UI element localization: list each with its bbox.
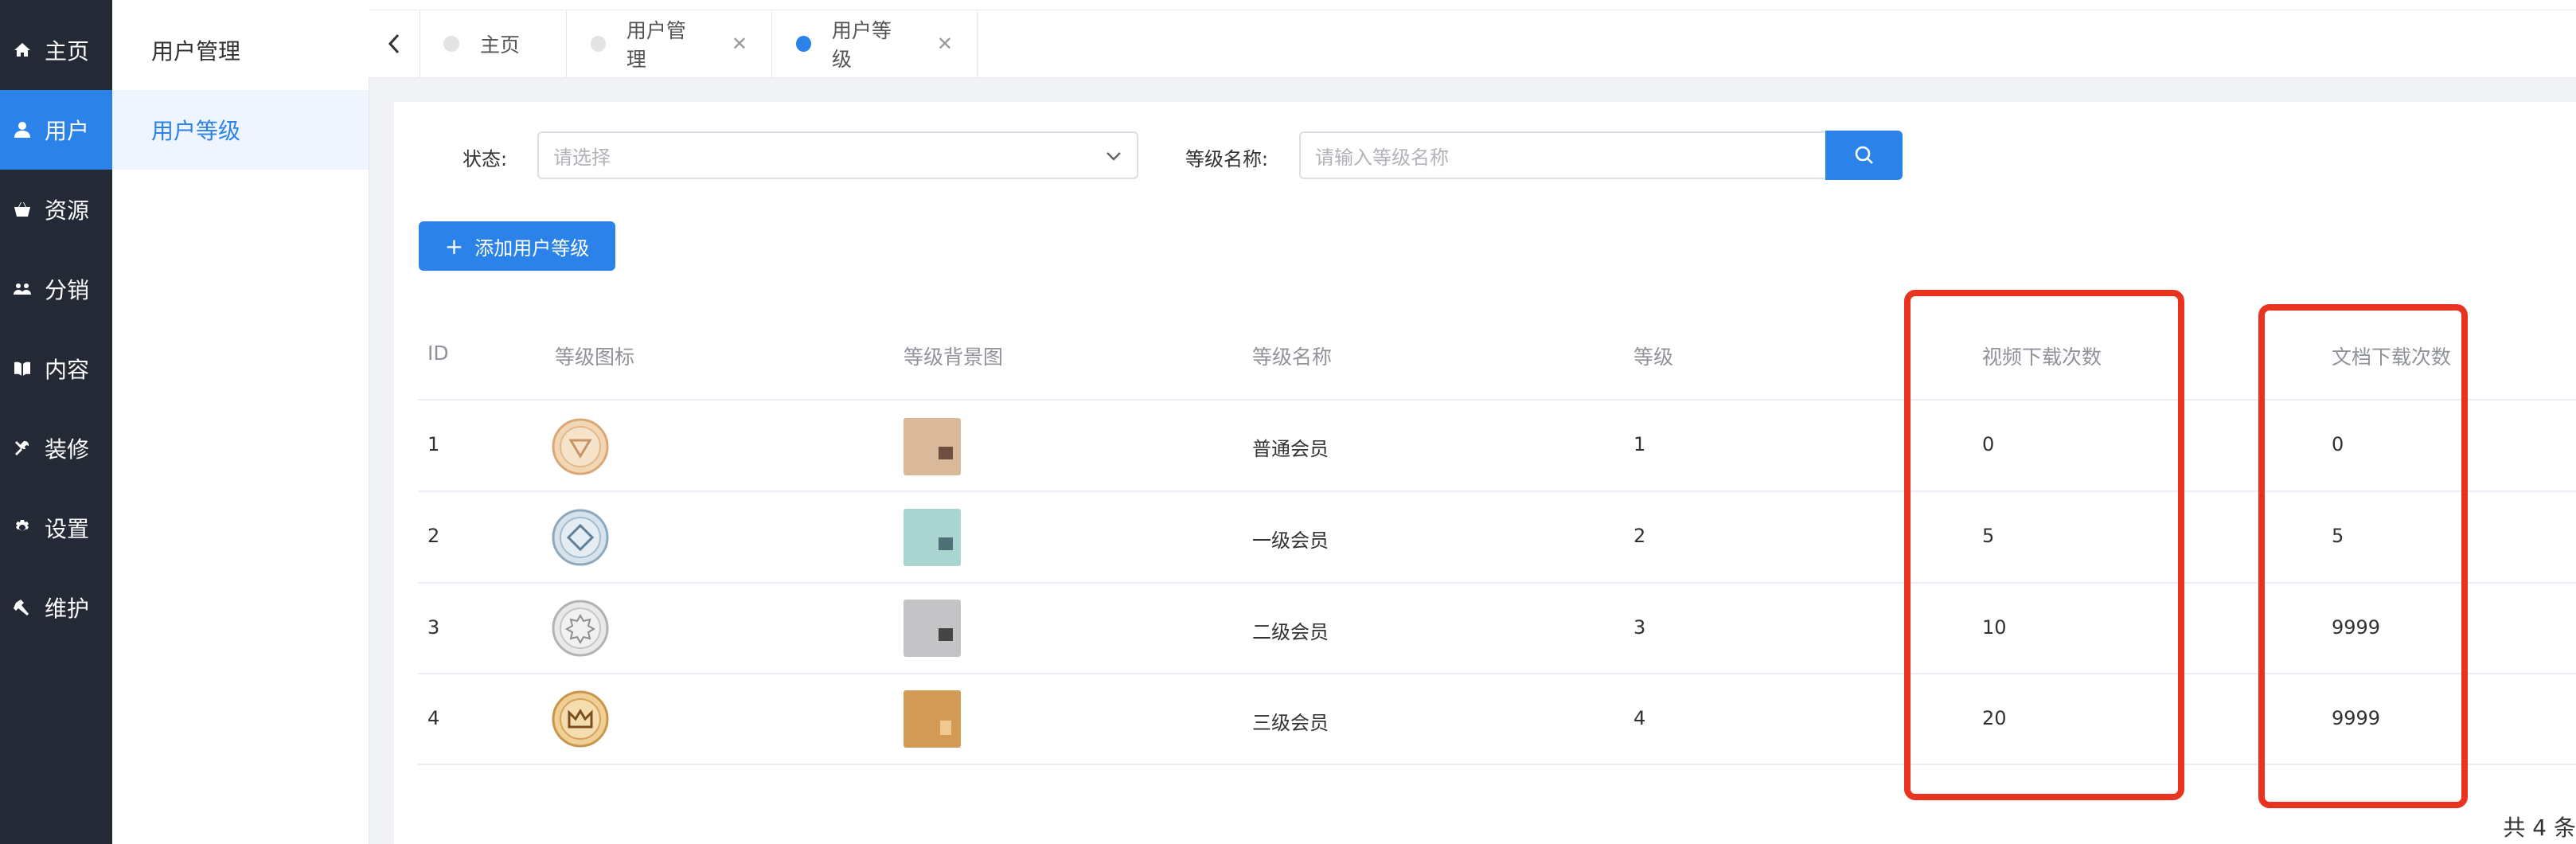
level-name-input[interactable]: 请输入等级名称 <box>1299 131 1825 179</box>
tools-icon <box>13 439 32 458</box>
tab-user-level[interactable]: 用户等级 ✕ <box>772 10 978 77</box>
submenu-item-label: 用户等级 <box>151 118 241 144</box>
submenu-item-label: 用户管理 <box>151 38 241 64</box>
sub-menu: 用户管理 用户等级 <box>112 0 369 844</box>
triangle-badge-icon <box>552 418 609 475</box>
tab-dot-icon <box>796 35 811 52</box>
book-icon <box>13 359 32 378</box>
close-icon[interactable]: ✕ <box>732 33 747 55</box>
cell-id: 3 <box>427 616 440 639</box>
close-icon[interactable]: ✕ <box>937 33 953 55</box>
cell-level: 2 <box>1633 525 1646 547</box>
plus-icon: + <box>444 232 464 260</box>
nav-item-label: 资源 <box>45 197 90 224</box>
cell-id: 2 <box>427 525 440 547</box>
nav-item-maintenance[interactable]: 维护 <box>0 568 112 647</box>
hammer-icon <box>13 598 32 617</box>
tab-dot-icon <box>443 35 459 52</box>
cell-name: 二级会员 <box>1252 621 1329 643</box>
nav-item-resource[interactable]: 资源 <box>0 170 112 249</box>
column-header-level: 等级 <box>1633 346 1674 369</box>
basket-icon <box>13 200 32 219</box>
nav-item-user[interactable]: 用户 <box>0 90 112 170</box>
tab-home[interactable]: 主页 <box>420 10 567 77</box>
cell-name: 一级会员 <box>1252 529 1329 552</box>
search-button[interactable] <box>1825 131 1903 180</box>
tab-user-management[interactable]: 用户管理 ✕ <box>567 10 772 77</box>
submenu-item-user-management[interactable]: 用户管理 <box>112 10 369 90</box>
nav-item-label: 内容 <box>45 357 90 383</box>
nav-item-label: 主页 <box>45 38 90 64</box>
status-select-placeholder: 请选择 <box>553 146 611 169</box>
search-icon <box>1855 146 1873 164</box>
star-badge-icon <box>552 600 609 657</box>
row-divider <box>418 582 2576 584</box>
status-label: 状态: <box>463 148 508 170</box>
collapse-button[interactable] <box>369 10 420 77</box>
content-card: 状态: 请选择 等级名称: 请输入等级名称 + 添加用户等级 ID 等级图标 等… <box>394 102 2576 844</box>
video-downloads-highlight <box>1904 290 2184 800</box>
row-divider <box>418 764 2576 765</box>
header-divider <box>418 399 2576 401</box>
pagination-total: 共 4 条 <box>2503 815 2576 841</box>
nav-item-label: 装修 <box>45 436 90 463</box>
cell-id: 1 <box>427 433 440 455</box>
home-icon <box>13 41 32 60</box>
cell-name: 普通会员 <box>1252 438 1329 460</box>
nav-item-decoration[interactable]: 装修 <box>0 408 112 488</box>
diamond-badge-icon <box>552 509 609 566</box>
main-nav: 主页 用户 资源 分销 内容 装修 设置 维护 <box>0 0 112 844</box>
level-background-thumbnail <box>904 600 961 657</box>
cell-level: 1 <box>1633 433 1646 455</box>
group-icon <box>13 279 32 299</box>
level-background-thumbnail <box>904 509 961 566</box>
tab-label: 用户等级 <box>831 18 892 71</box>
column-header-name: 等级名称 <box>1252 346 1333 369</box>
cell-name: 三级会员 <box>1252 712 1329 734</box>
submenu-item-user-level[interactable]: 用户等级 <box>112 90 369 170</box>
column-header-id: ID <box>427 342 449 365</box>
nav-item-label: 设置 <box>45 516 90 542</box>
row-divider <box>418 490 2576 492</box>
nav-item-label: 维护 <box>45 596 90 622</box>
level-background-thumbnail <box>904 418 961 475</box>
cell-level: 3 <box>1633 616 1646 639</box>
tab-label: 用户管理 <box>626 18 686 71</box>
add-user-level-button[interactable]: + 添加用户等级 <box>419 221 615 271</box>
level-name-label: 等级名称: <box>1185 148 1269 170</box>
nav-item-settings[interactable]: 设置 <box>0 488 112 568</box>
add-button-label: 添加用户等级 <box>474 236 590 260</box>
tab-label: 主页 <box>480 33 521 57</box>
chevron-left-icon <box>388 33 400 53</box>
chevron-down-icon <box>1107 152 1121 161</box>
status-select[interactable]: 请选择 <box>537 131 1138 179</box>
level-name-placeholder: 请输入等级名称 <box>1315 146 1449 169</box>
nav-item-label: 分销 <box>45 277 90 303</box>
cell-level: 4 <box>1633 707 1646 729</box>
user-icon <box>13 120 32 139</box>
nav-item-distribution[interactable]: 分销 <box>0 249 112 329</box>
tab-dot-icon <box>591 35 606 52</box>
level-background-thumbnail <box>904 690 961 748</box>
column-header-icon: 等级图标 <box>555 346 635 369</box>
row-divider <box>418 673 2576 674</box>
nav-item-home[interactable]: 主页 <box>0 10 112 90</box>
cell-id: 4 <box>427 707 440 729</box>
column-header-background: 等级背景图 <box>904 346 1004 369</box>
tab-bar: 主页 用户管理 ✕ 用户等级 ✕ <box>369 0 2576 78</box>
nav-item-content[interactable]: 内容 <box>0 329 112 408</box>
doc-downloads-highlight <box>2258 304 2468 808</box>
nav-item-label: 用户 <box>45 118 90 144</box>
crown-badge-icon <box>552 690 609 748</box>
gear-icon <box>13 518 32 537</box>
